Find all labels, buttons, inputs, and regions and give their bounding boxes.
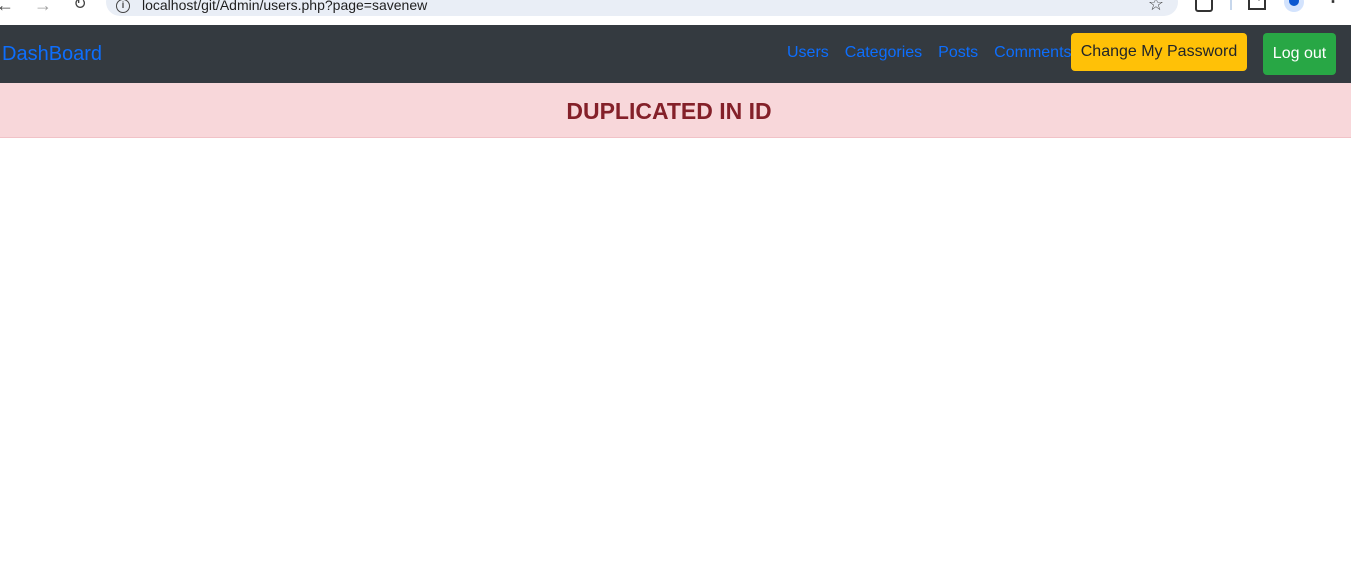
profile-icon[interactable] bbox=[1284, 0, 1304, 12]
forward-icon[interactable]: → bbox=[34, 0, 52, 14]
reload-icon[interactable]: ↻ bbox=[71, 0, 89, 14]
logout-button[interactable]: Log out bbox=[1263, 33, 1336, 75]
download-icon[interactable] bbox=[1248, 0, 1266, 10]
site-info-icon[interactable]: i bbox=[116, 0, 130, 13]
error-alert: DUPLICATED IN ID bbox=[0, 83, 1351, 138]
nav-link-users[interactable]: Users bbox=[787, 44, 829, 62]
address-url[interactable]: localhost/git/Admin/users.php?page=saven… bbox=[142, 0, 427, 13]
toolbar-divider bbox=[1230, 0, 1232, 10]
extensions-icon[interactable] bbox=[1195, 0, 1213, 12]
alert-message: DUPLICATED IN ID bbox=[566, 98, 772, 124]
nav-link-posts[interactable]: Posts bbox=[938, 44, 978, 62]
brand-link[interactable]: DashBoard bbox=[2, 43, 102, 66]
browser-toolbar: ← → ↻ i localhost/git/Admin/users.php?pa… bbox=[0, 0, 1351, 25]
nav-link-comments[interactable]: Comments bbox=[994, 44, 1071, 62]
nav-link-categories[interactable]: Categories bbox=[845, 44, 922, 62]
back-icon[interactable]: ← bbox=[0, 0, 14, 14]
address-bar[interactable]: i localhost/git/Admin/users.php?page=sav… bbox=[106, 0, 1178, 16]
top-navbar: DashBoard Users Categories Posts Comment… bbox=[0, 25, 1351, 83]
change-password-button[interactable]: Change My Password bbox=[1071, 33, 1247, 71]
bookmark-star-icon[interactable]: ☆ bbox=[1148, 0, 1164, 15]
nav-links: Users Categories Posts Comments bbox=[787, 44, 1072, 62]
